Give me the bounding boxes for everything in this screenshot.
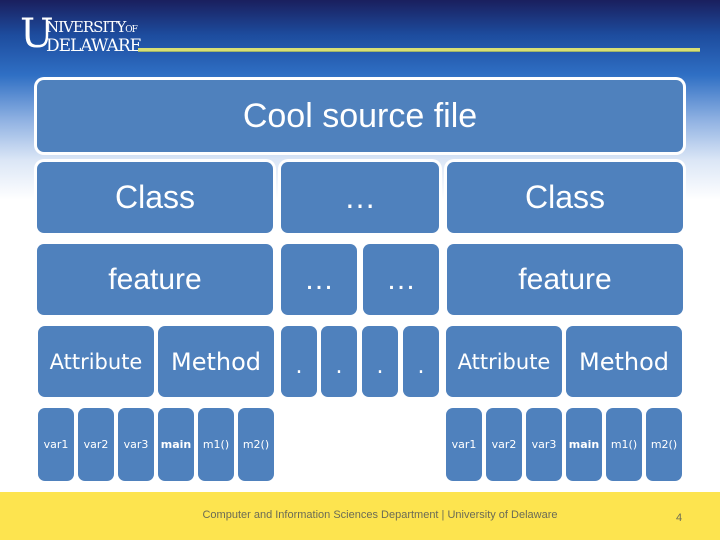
node-class-left: Class (37, 162, 273, 233)
node-ellipsis-level2: … (281, 162, 439, 233)
node-attribute-left: Attribute (38, 326, 154, 397)
node-ellipsis-level3-a: … (281, 244, 357, 315)
node-root: Cool source file (37, 80, 683, 152)
node-ellipsis-level3-b: … (363, 244, 439, 315)
leaf-right-m2: m2() (646, 408, 682, 481)
node-dot-1: . (281, 326, 317, 397)
node-method-left: Method (158, 326, 274, 397)
leaf-left-var2: var2 (78, 408, 114, 481)
leaf-right-var3: var3 (526, 408, 562, 481)
logo-line1: NIVERSITYOF (46, 18, 138, 36)
leaf-left-m2: m2() (238, 408, 274, 481)
node-class-right: Class (447, 162, 683, 233)
node-method-right: Method (566, 326, 682, 397)
node-feature-right: feature (447, 244, 683, 315)
node-attribute-right: Attribute (446, 326, 562, 397)
node-dot-2: . (321, 326, 357, 397)
leaf-left-var1: var1 (38, 408, 74, 481)
leaf-right-main: main (566, 408, 602, 481)
node-feature-left: feature (37, 244, 273, 315)
header-rule (138, 48, 700, 52)
node-dot-4: . (403, 326, 439, 397)
leaf-right-var1: var1 (446, 408, 482, 481)
logo-line2: DELAWARE (46, 36, 142, 56)
university-logo: U NIVERSITYOF DELAWARE (18, 14, 142, 64)
logo-of-text: OF (125, 25, 138, 35)
leaf-left-var3: var3 (118, 408, 154, 481)
leaf-left-m1: m1() (198, 408, 234, 481)
slide-footer: Computer and Information Sciences Depart… (0, 492, 720, 540)
leaf-right-m1: m1() (606, 408, 642, 481)
footer-department-text: Computer and Information Sciences Depart… (202, 509, 558, 521)
leaf-left-main: main (158, 408, 194, 481)
node-dot-3: . (362, 326, 398, 397)
leaf-right-var2: var2 (486, 408, 522, 481)
logo-university-text: NIVERSITY (46, 18, 126, 36)
page-number: 4 (676, 512, 683, 524)
